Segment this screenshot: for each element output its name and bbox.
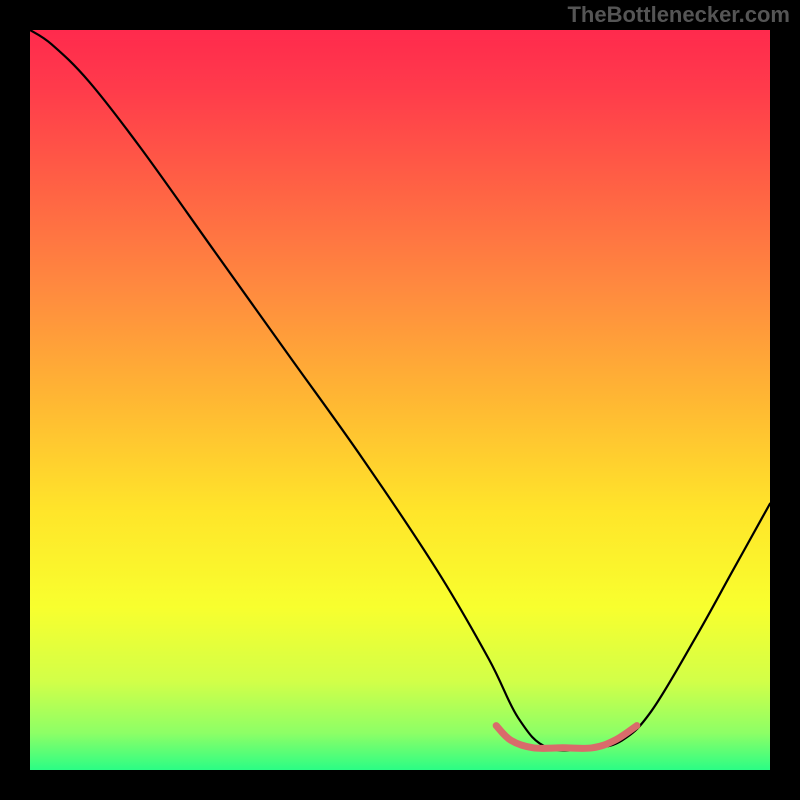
chart-root: TheBottlenecker.com [0, 0, 800, 800]
gradient-background [30, 30, 770, 770]
chart-svg [30, 30, 770, 770]
attribution-text: TheBottlenecker.com [567, 2, 790, 28]
plot-area [30, 30, 770, 770]
